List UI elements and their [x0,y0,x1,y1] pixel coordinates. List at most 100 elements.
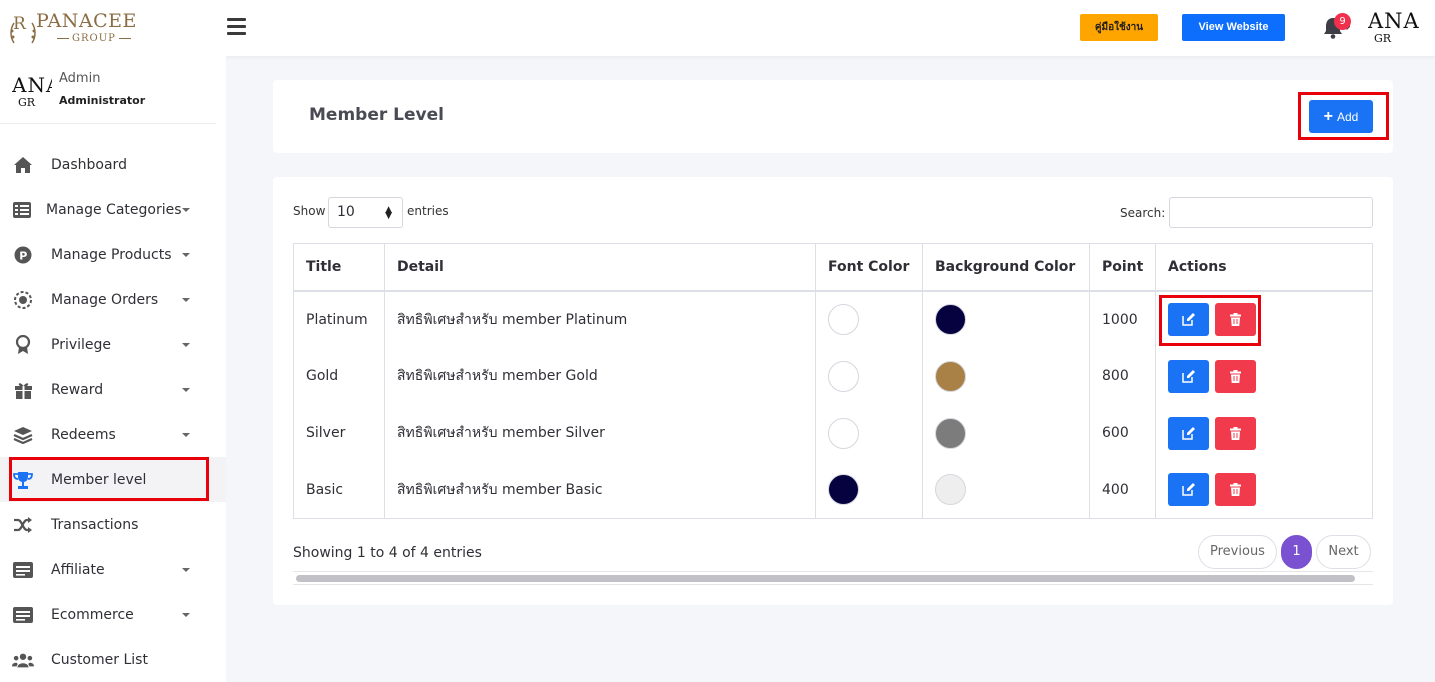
sidebar-item-dashboard[interactable]: Dashboard [0,142,226,187]
user-avatar: ANA GR [12,73,52,109]
sidebar-item-member-level[interactable]: Member level [0,457,226,502]
background-color-swatch [935,360,966,392]
horizontal-scrollbar[interactable] [293,571,1373,585]
table-header-row: Title Detail Font Color Background Color… [293,243,1373,292]
cell-title: Silver [293,404,385,462]
chevron-down-icon [182,298,190,302]
search-input[interactable] [1169,197,1373,228]
svg-text:R: R [13,14,27,34]
cell-title: Gold [293,347,385,405]
brand-sub: GROUP [54,33,134,44]
entries-label: entries [407,204,449,218]
view-website-button[interactable]: View Website [1182,14,1285,41]
edit-button[interactable] [1168,473,1209,507]
table-row: Basic สิทธิพิเศษสำหรับ member Basic 400 [293,461,1373,519]
sidebar-item-reward[interactable]: Reward [0,367,226,412]
sidebar-item-customer-list[interactable]: Customer List [0,637,226,682]
edit-button[interactable] [1168,359,1209,393]
cell-point: 400 [1089,461,1156,519]
font-color-swatch [828,417,859,449]
table-row: Silver สิทธิพิเศษสำหรับ member Silver 60… [293,404,1373,462]
user-role: Admin [59,71,101,86]
edit-button[interactable] [1168,416,1209,450]
member-level-table-card: Show 10 ▲ ▼ entries Search: Title Detail … [273,177,1393,605]
laurel-icon: R [10,14,36,44]
sidebar-item-transactions[interactable]: Transactions [0,502,226,547]
cell-title: Platinum [293,290,385,348]
id-card-icon [12,605,34,625]
cell-detail: สิทธิพิเศษสำหรับ member Platinum [384,290,816,348]
font-color-swatch [828,474,859,506]
sidebar-item-ecommerce[interactable]: Ecommerce [0,592,226,637]
column-header-font-color[interactable]: Font Color [815,243,923,292]
sidebar-item-redeems[interactable]: Redeems [0,412,226,457]
home-icon [12,155,34,175]
table-info: Showing 1 to 4 of 4 entries [293,545,482,561]
column-header-point[interactable]: Point [1089,243,1156,292]
scrollbar-thumb[interactable] [296,575,1355,582]
background-color-swatch [935,417,966,449]
cell-detail: สิทธิพิเศษสำหรับ member Gold [384,347,816,405]
background-color-swatch [935,304,966,335]
profile-avatar[interactable]: ANA GR [1368,9,1435,49]
column-header-actions: Actions [1155,243,1373,292]
chevron-down-icon [182,433,190,437]
shuffle-icon [12,515,34,535]
p-circle-icon: P [12,245,34,265]
delete-button[interactable] [1215,473,1257,507]
actions-highlight [1159,294,1261,346]
delete-button[interactable] [1215,359,1257,393]
table-row: Gold สิทธิพิเศษสำหรับ member Gold 800 [293,347,1373,405]
column-header-detail[interactable]: Detail [384,243,816,292]
chevron-down-icon [182,388,190,392]
table-row: Platinum สิทธิพิเศษสำหรับ member Platinu… [293,290,1373,348]
menu-toggle-icon[interactable] [227,18,246,35]
font-color-swatch [828,304,859,335]
column-header-background-color[interactable]: Background Color [922,243,1090,292]
panacee-logo[interactable]: R PANACEE GROUP [10,9,140,47]
sidebar-item-affiliate[interactable]: Affiliate [0,547,226,592]
cell-title: Basic [293,461,385,519]
edit-icon [1182,483,1195,496]
edit-icon [1182,426,1195,440]
sidebar-item-manage-categories[interactable]: Manage Categories [0,187,226,232]
trash-icon [1230,426,1242,440]
manual-button[interactable]: คู่มือใช้งาน [1080,14,1158,41]
show-label: Show [293,204,326,218]
cell-point: 800 [1089,347,1156,405]
brand-name: PANACEE [36,10,137,32]
notification-count-badge: 9 [1334,13,1351,30]
cell-point: 1000 [1089,290,1156,348]
sidebar-item-manage-orders[interactable]: Manage Orders [0,277,226,322]
background-color-swatch [935,474,966,506]
sidebar: ANA GR Admin Administrator Dashboard Man… [0,56,226,682]
sidebar-item-privilege[interactable]: Privilege [0,322,226,367]
sidebar-menu: Dashboard Manage Categories P Manage Pro… [0,142,226,682]
member-level-table: Title Detail Font Color Background Color… [293,243,1373,519]
chevron-down-icon [182,568,190,572]
page-header-card: Member Level + Add [273,80,1393,153]
award-icon [12,334,34,355]
page-size-value: 10 [337,204,355,220]
chevron-down-icon [182,613,190,617]
user-box: ANA GR Admin Administrator [0,56,216,124]
id-card-icon [12,560,34,580]
chevron-down-icon [182,253,190,257]
column-header-title[interactable]: Title [293,243,385,292]
sidebar-item-manage-products[interactable]: P Manage Products [0,232,226,277]
gift-icon [12,380,34,400]
list-icon [11,200,33,220]
layers-icon [12,425,34,445]
cell-detail: สิทธิพิเศษสำหรับ member Basic [384,461,816,519]
trash-icon [1230,369,1242,383]
next-page-button[interactable]: Next [1316,535,1371,569]
page-size-select[interactable]: 10 ▲ ▼ [328,197,403,228]
previous-page-button[interactable]: Previous [1198,535,1277,569]
page-1-button[interactable]: 1 [1281,535,1312,569]
delete-button[interactable] [1215,416,1257,450]
users-icon [12,650,34,670]
svg-text:P: P [19,249,27,262]
orders-icon [12,290,34,310]
search-label: Search: [1120,206,1166,220]
trash-icon [1230,483,1242,497]
